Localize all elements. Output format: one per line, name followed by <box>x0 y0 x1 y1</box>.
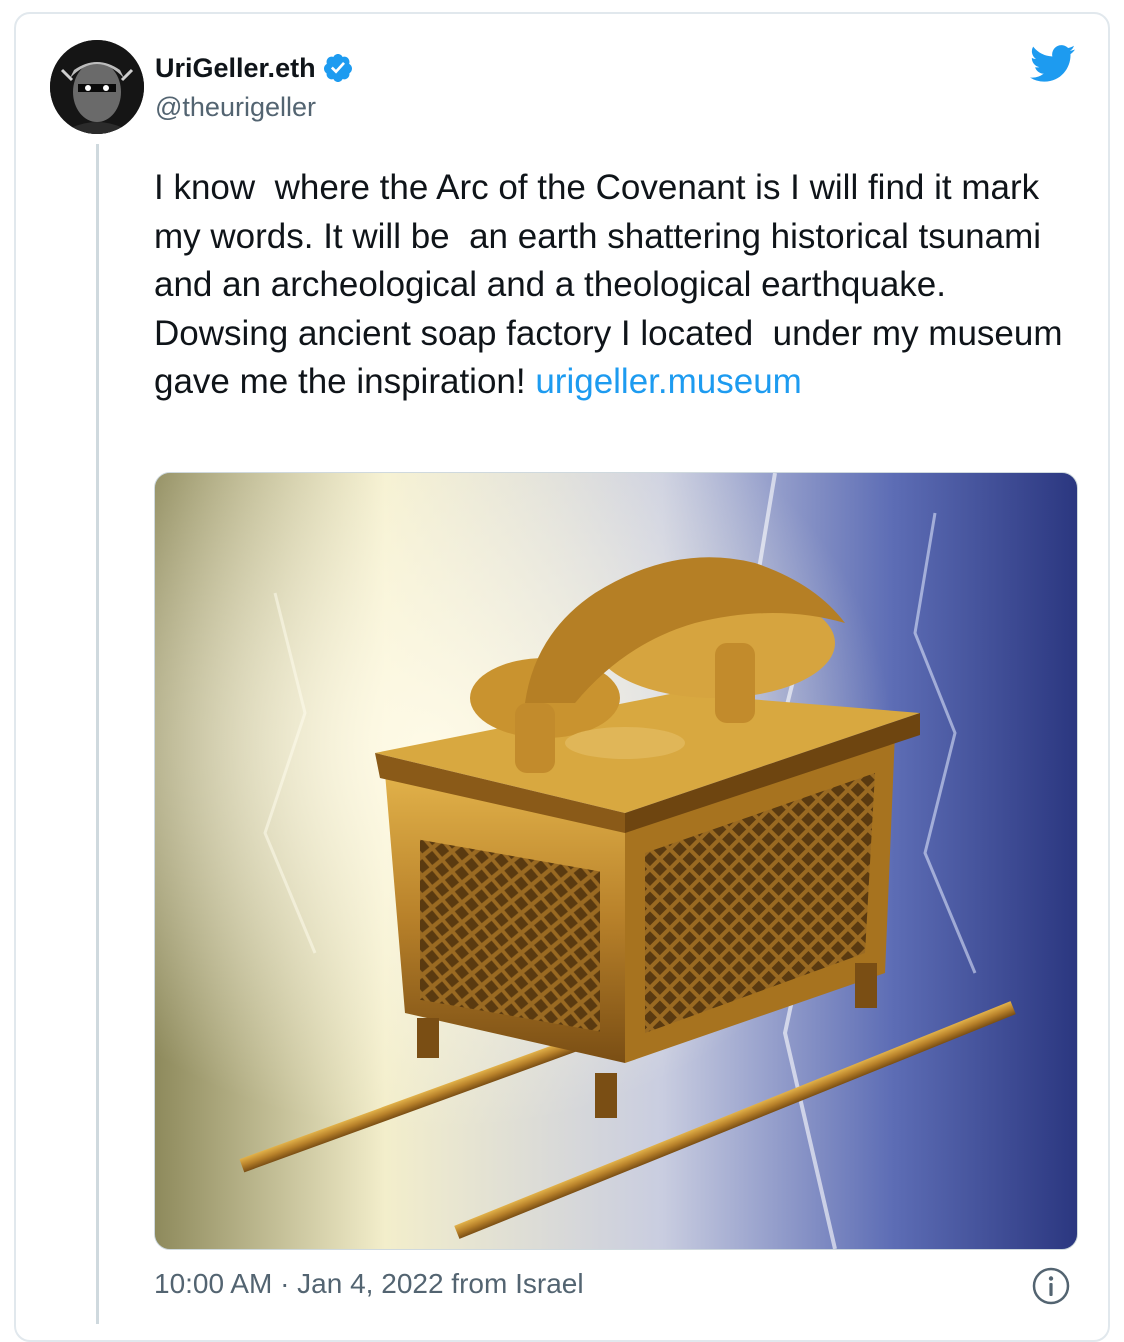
verified-badge-icon <box>323 54 352 82</box>
tweet-image[interactable] <box>154 472 1078 1250</box>
info-icon[interactable] <box>1031 1266 1071 1306</box>
tweet-link[interactable]: urigeller.museum <box>535 362 802 401</box>
display-name[interactable]: UriGeller.eth <box>155 53 316 84</box>
avatar[interactable] <box>50 40 144 134</box>
display-name-row[interactable]: UriGeller.eth <box>155 52 354 84</box>
tweet-timestamp[interactable]: 10:00 AM · Jan 4, 2022 from Israel <box>154 1268 584 1300</box>
thread-line <box>96 144 99 1324</box>
tweet-text: I know where the Arc of the Covenant is … <box>154 164 1074 407</box>
twitter-bird-icon[interactable] <box>1030 44 1076 84</box>
user-handle[interactable]: @theurigeller <box>155 92 316 123</box>
